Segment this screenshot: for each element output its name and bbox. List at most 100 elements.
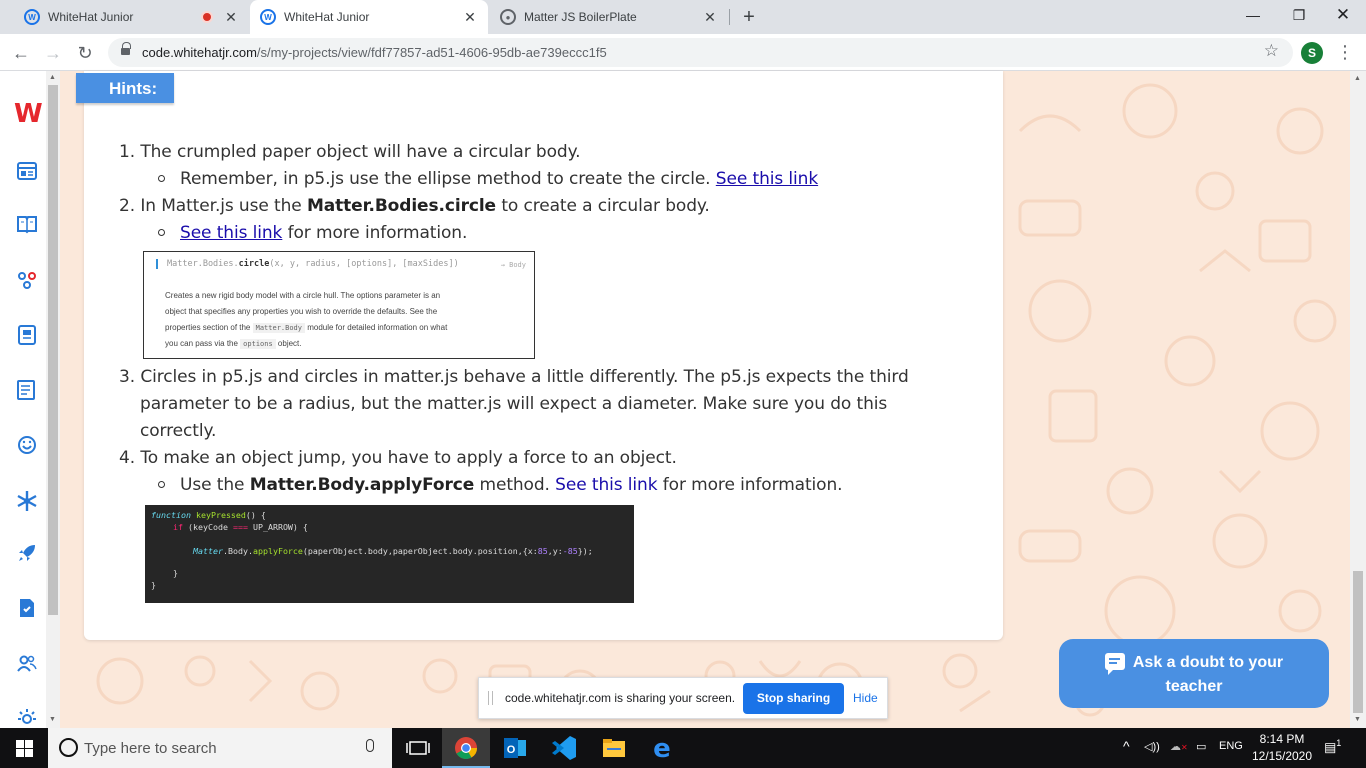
ask-doubt-line-2: teacher [1165,678,1223,695]
scroll-down-icon[interactable]: ▼ [1354,716,1361,723]
bulb-icon[interactable] [15,707,39,725]
url-text[interactable]: code.whitehatjr.com/s/my-projects/view/f… [142,45,607,60]
bullet-icon [158,481,165,488]
task-view-icon[interactable] [394,728,442,768]
forward-arrow-icon[interactable]: → [40,40,66,66]
tab-close-icon[interactable]: ✕ [223,9,239,26]
list-number: 4. [119,448,136,468]
document-icon[interactable] [15,596,39,620]
reload-icon[interactable]: ↻ [72,40,98,66]
back-arrow-icon[interactable]: ← [8,40,34,66]
bookmark-star-icon[interactable]: ☆ [1264,41,1279,61]
code-line: Matter.Body.applyForce(paperObject.body,… [193,546,593,556]
smiley-icon[interactable] [15,433,39,457]
browser-toolbar: ← → ↻ code.whitehatjr.com/s/my-projects/… [0,34,1366,71]
network-icon[interactable]: ☁✕ [1170,740,1188,753]
notification-center-icon[interactable]: ▤1 [1324,738,1341,755]
tab-whitehat-2[interactable]: W WhiteHat Junior ✕ [250,0,488,34]
hint-2-text-post: to create a circular body. [501,196,710,216]
volume-icon[interactable]: ◁)) [1144,740,1160,753]
drag-handle-icon[interactable] [488,691,493,705]
code-line: function keyPressed() { [151,510,266,520]
outlook-icon[interactable]: O [490,728,538,768]
page-scrollbar[interactable]: ▲ ▼ [1350,71,1366,728]
doc-signature: Matter.Bodies.circle(x, y, radius, [opti… [156,259,459,269]
tab-whitehat-1[interactable]: W WhiteHat Junior ✕ [14,0,249,34]
list-number: 1. [119,142,136,162]
file-explorer-icon[interactable] [590,728,638,768]
doc-text: module for detailed information on what [307,323,448,332]
rocket-icon[interactable] [15,541,39,565]
ask-doubt-button[interactable]: Ask a doubt to your teacher [1059,639,1329,708]
globe-favicon-icon: ● [500,9,516,25]
keypressed-code-image: function keyPressed() { if (keyCode === … [145,505,634,603]
snowflake-icon[interactable] [15,489,39,513]
sidebar-scrollbar[interactable]: ▲ ▼ [46,71,60,728]
notebook-icon[interactable] [15,323,39,347]
edge-icon[interactable]: e [638,728,686,768]
new-tab-button[interactable]: + [737,5,761,29]
address-bar[interactable]: code.whitehatjr.com/s/my-projects/view/f… [108,38,1293,67]
scrollbar-thumb[interactable] [1353,571,1363,713]
bodies-circle-link[interactable]: See this link [180,223,282,243]
dashboard-icon[interactable] [15,159,39,183]
list-number: 3. [119,367,136,387]
projects-icon[interactable] [15,268,39,292]
notes-icon[interactable] [15,378,39,402]
browser-menu-icon[interactable]: ⋮ [1336,40,1354,64]
minimize-icon[interactable]: — [1230,0,1276,30]
keyboard-icon[interactable]: ▭ [1196,740,1206,753]
language-indicator[interactable]: ENG [1219,740,1243,752]
group-icon[interactable] [15,651,39,675]
ellipse-link[interactable]: See this link [716,169,818,189]
share-message: code.whitehatjr.com is sharing your scre… [505,691,736,705]
stop-sharing-button[interactable]: Stop sharing [743,683,844,714]
book-icon[interactable] [15,212,39,236]
code-token: Matter [193,546,223,556]
app-sidebar: W [0,71,46,728]
doc-return-type: → Body [500,261,526,269]
doc-line: you can pass via the options object. [165,336,510,352]
tab-close-icon[interactable]: ✕ [462,9,478,26]
code-token: (paperObject.body,paperObject.body.posit… [302,546,538,556]
code-token: function [151,510,191,520]
hint-3: 3. Circles in p5.js and circles in matte… [119,367,909,387]
apply-force-link[interactable]: See this link [555,475,657,495]
vscode-icon[interactable] [540,728,588,768]
hide-button[interactable]: Hide [853,691,878,705]
code-token: 85 [537,546,548,556]
tab-close-icon[interactable]: ✕ [702,9,718,26]
cortana-icon [59,738,78,757]
whitehat-favicon-icon: W [24,9,40,25]
profile-avatar[interactable]: S [1301,42,1323,64]
window-close-icon[interactable]: ✕ [1320,0,1366,30]
scroll-up-icon[interactable]: ▲ [1354,75,1361,82]
scroll-up-icon[interactable]: ▲ [49,74,56,81]
recording-icon [201,11,213,23]
taskbar-clock[interactable]: 8:14 PM 12/15/2020 [1249,731,1315,765]
tab-matterjs[interactable]: ● Matter JS BoilerPlate ✕ [490,0,728,34]
scrollbar-thumb[interactable] [48,85,58,615]
taskbar-search-box[interactable]: Type here to search [48,728,392,768]
search-placeholder: Type here to search [84,740,217,757]
restore-icon[interactable]: ❐ [1276,0,1322,30]
code-token: === [232,522,248,532]
code-line: } [173,568,178,578]
scroll-down-icon[interactable]: ▼ [49,716,56,723]
code-token: }); [577,546,593,556]
hint-2: 2. In Matter.js use the Matter.Bodies.ci… [119,196,710,216]
chrome-icon[interactable] [442,728,490,768]
show-hidden-icons[interactable]: ^ [1123,738,1130,754]
bullet-icon [158,175,165,182]
microphone-icon[interactable] [366,739,374,752]
tab-title: WhiteHat Junior [48,10,134,24]
svg-text:e: e [653,734,671,764]
doc-line: properties section of the Matter.Body mo… [165,320,510,336]
doc-sig-prefix: Matter.Bodies. [167,259,239,269]
doc-code: options [240,339,276,349]
code-line: if (keyCode === UP_ARROW) { [173,522,308,532]
windows-start-icon[interactable] [0,728,48,768]
whitehat-logo[interactable]: W [14,99,43,129]
code-token: ,y: [547,546,563,556]
tab-title: Matter JS BoilerPlate [524,10,637,24]
